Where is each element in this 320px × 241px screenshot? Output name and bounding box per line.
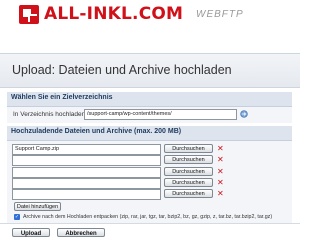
browse-button[interactable]: Durchsuchen [164, 189, 213, 198]
file-path-input[interactable] [12, 178, 161, 189]
browse-button[interactable]: Durchsuchen [164, 155, 213, 164]
app-header: ALL-INKL.COM WEBFTP [0, 0, 300, 40]
target-section-title: Wählen Sie ein Zielverzeichnis [11, 94, 113, 101]
extract-label: Archive nach dem Hochladen entpacken (zi… [23, 214, 273, 220]
footer-divider [0, 223, 300, 224]
close-icon[interactable]: ✕ [217, 190, 224, 198]
close-icon[interactable]: ✕ [217, 179, 224, 187]
product-name: WEBFTP [196, 9, 244, 20]
files-section: Durchsuchen ✕ Durchsuchen ✕ Durchsuchen … [7, 141, 292, 223]
upload-button[interactable]: Upload [12, 228, 50, 237]
refresh-icon[interactable] [240, 110, 248, 118]
files-section-header: Hochzuladende Dateien und Archive (max. … [7, 126, 292, 141]
target-dir-label: In Verzeichnis hochladen: [13, 111, 88, 118]
extract-checkbox[interactable]: ✓ [14, 214, 20, 220]
target-section: In Verzeichnis hochladen: [7, 107, 292, 123]
logo-icon [19, 5, 39, 24]
browse-button[interactable]: Durchsuchen [164, 144, 213, 153]
browse-button[interactable]: Durchsuchen [164, 167, 213, 176]
title-bar: Upload: Dateien und Archive hochladen [0, 53, 300, 88]
cancel-button[interactable]: Abbrechen [57, 228, 105, 237]
file-path-input[interactable] [12, 144, 161, 155]
target-dir-input[interactable] [84, 109, 237, 120]
close-icon[interactable]: ✕ [217, 156, 224, 164]
target-section-header: Wählen Sie ein Zielverzeichnis [7, 92, 292, 107]
files-section-title: Hochzuladende Dateien und Archive (max. … [11, 128, 182, 135]
browse-button[interactable]: Durchsuchen [164, 178, 213, 187]
add-file-button[interactable]: Datei hinzufügen [14, 202, 61, 211]
close-icon[interactable]: ✕ [217, 145, 224, 153]
file-path-input[interactable] [12, 155, 161, 166]
file-path-input[interactable] [12, 167, 161, 178]
close-icon[interactable]: ✕ [217, 168, 224, 176]
file-path-input[interactable] [12, 189, 161, 200]
brand-name: ALL-INKL.COM [44, 4, 184, 24]
page-title: Upload: Dateien und Archive hochladen [12, 63, 232, 77]
